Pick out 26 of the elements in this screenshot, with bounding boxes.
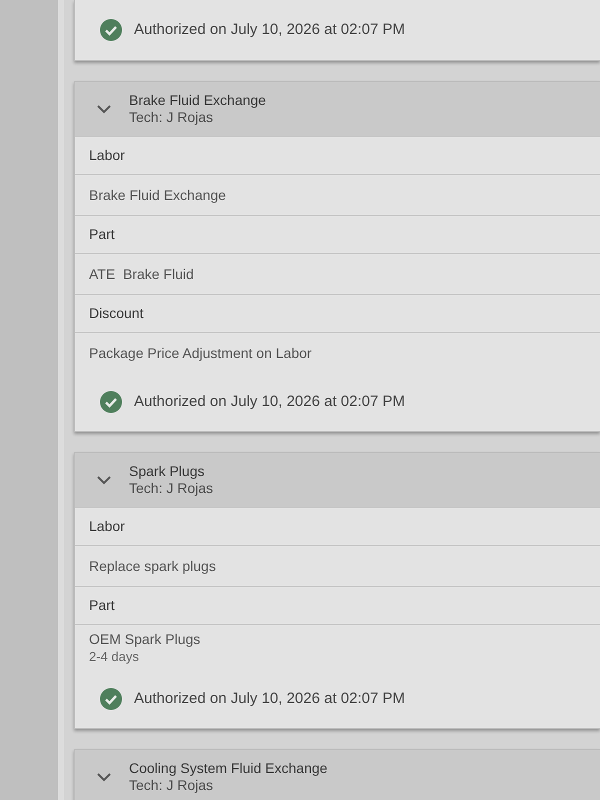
authorization-text: Authorized on July 10, 2026 at 02:07 PM [134,688,406,709]
service-title: Spark Plugs [129,463,204,480]
category-label: Labor [89,517,125,536]
tech-name: Tech: J Rojas [129,109,214,126]
line-item-text: ATE Brake Fluid [89,265,194,283]
line-item-text: Replace spark plugs [89,557,216,575]
authorization-text: Authorized on July 10, 2026 at 02:07 PM [134,392,406,412]
line-item-text: Package Price Adjustment on Labor [89,344,312,362]
check-circle-icon [100,391,122,413]
check-circle-icon [100,19,122,41]
availability-note: 2-4 days [89,648,139,665]
card-header[interactable]: Brake Fluid Exchange Tech: J Rojas [75,82,600,136]
category-label: Labor [89,146,125,165]
card-header[interactable]: Spark Plugs Tech: J Rojas [75,453,600,507]
category-label: Discount [89,304,144,323]
tech-name: Tech: J Rojas [129,777,214,794]
service-title: Cooling System Fluid Exchange [129,760,328,777]
card-header[interactable]: Cooling System Fluid Exchange Tech: J Rojas [75,750,600,800]
check-circle-icon [100,688,122,710]
tech-name: Tech: J Rojas [129,480,214,497]
category-label: Part [89,596,115,615]
category-label: Part [89,225,115,244]
line-item-text: Brake Fluid Exchange [89,186,226,204]
line-item-text: OEM Spark Plugs [89,630,200,648]
authorization-text: Authorized on July 10, 2026 at 02:07 PM [134,20,406,40]
service-title: Brake Fluid Exchange [129,92,266,109]
